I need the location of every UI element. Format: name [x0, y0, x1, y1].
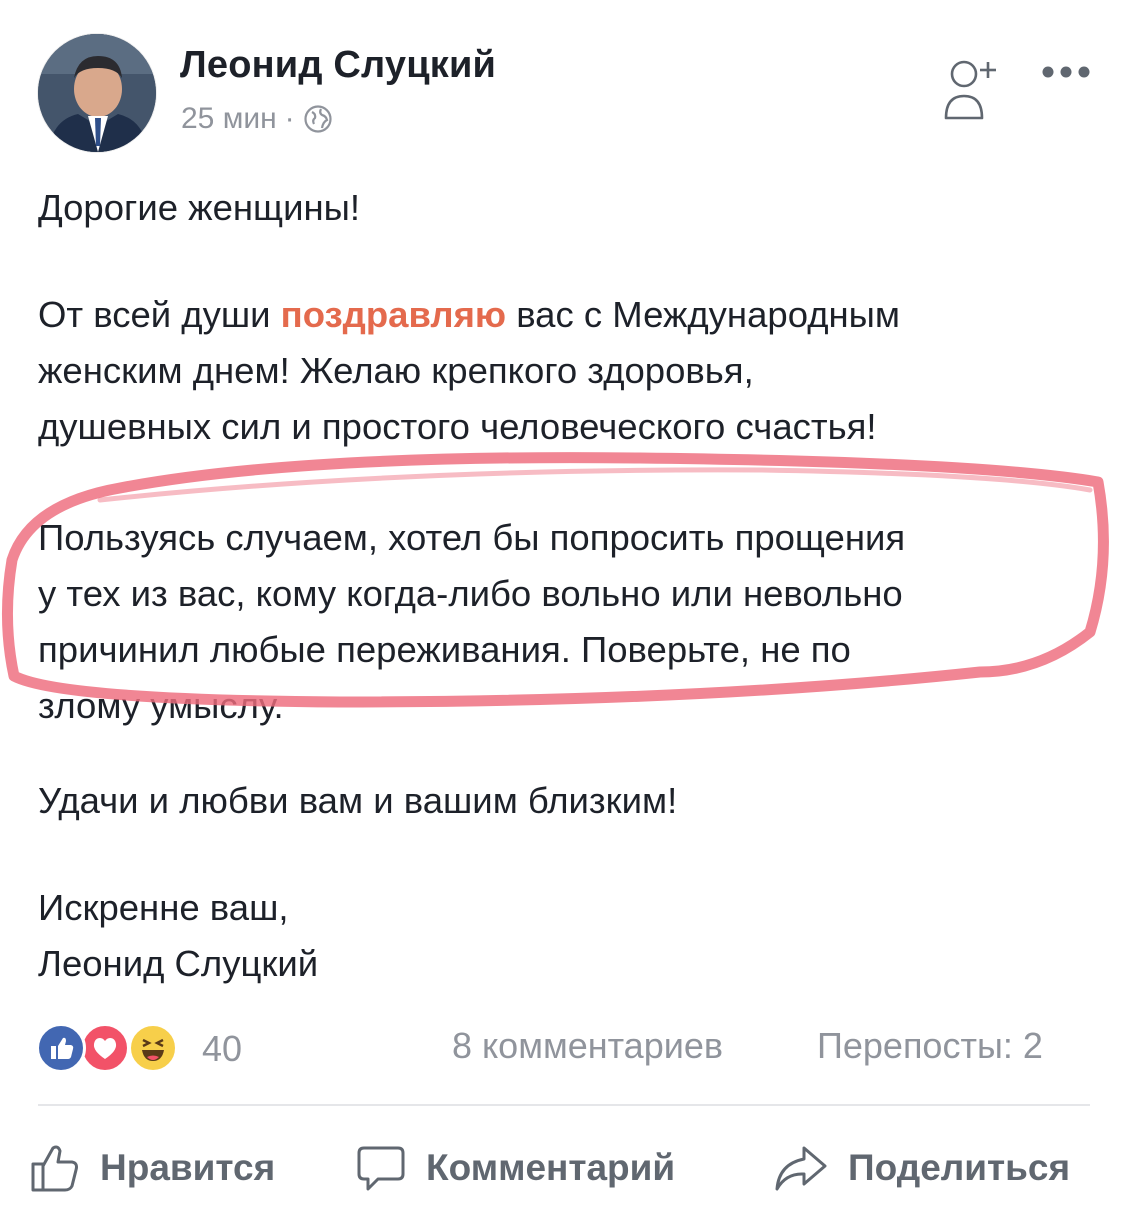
like-reaction-icon: [36, 1023, 86, 1073]
reaction-icons: [36, 1023, 188, 1075]
post-congrats-paragraph: От всей души поздравляю вас с Международ…: [38, 287, 1098, 455]
share-label: Поделиться: [848, 1147, 1071, 1188]
apology-line-1: Пользуясь случаем, хотел бы попросить пр…: [38, 517, 906, 558]
comments-count-link[interactable]: 8 комментариев: [452, 1025, 723, 1067]
congrats-line-2: женским днем! Желаю крепкого здоровья,: [38, 350, 754, 391]
greeting-text: Дорогие женщины!: [38, 187, 360, 228]
post-wishes: Удачи и любви вам и вашим близким!: [38, 773, 677, 829]
reactions-summary[interactable]: 40: [36, 1023, 242, 1075]
congrats-prefix: От всей души: [38, 294, 281, 335]
author-name[interactable]: Леонид Слуцкий: [180, 44, 496, 87]
shares-count-link[interactable]: Перепосты: 2: [817, 1025, 1043, 1067]
congrats-suffix: вас с Международным: [506, 294, 900, 335]
author-avatar[interactable]: [38, 34, 156, 152]
like-label: Нравится: [100, 1147, 276, 1188]
signature-line-2: Леонид Слуцкий: [38, 943, 319, 984]
add-friend-icon[interactable]: [940, 56, 1002, 124]
actions-divider: [38, 1104, 1090, 1106]
post-apology-paragraph: Пользуясь случаем, хотел бы попросить пр…: [38, 510, 1098, 734]
post-time[interactable]: 25 мин: [181, 102, 277, 136]
signature-line-1: Искренне ваш,: [38, 887, 289, 928]
apology-line-2: у тех из вас, кому когда-либо вольно или…: [38, 573, 903, 614]
love-reaction-icon: [80, 1023, 130, 1073]
reaction-count: 40: [202, 1028, 243, 1069]
comment-button[interactable]: Комментарий: [356, 1138, 675, 1198]
congrats-highlight: поздравляю: [280, 294, 507, 335]
apology-line-3: причинил любые переживания. Поверьте, не…: [38, 629, 851, 670]
congrats-line-1: От всей души поздравляю вас с Международ…: [38, 287, 1098, 343]
like-button[interactable]: Нравится: [30, 1138, 275, 1198]
comment-label: Комментарий: [426, 1147, 676, 1188]
share-arrow-icon: [775, 1146, 827, 1191]
comment-bubble-icon: [357, 1146, 405, 1191]
globe-icon[interactable]: [303, 104, 333, 134]
apology-line-4: злому умыслу.: [38, 685, 284, 726]
haha-reaction-icon: [128, 1023, 178, 1073]
share-button[interactable]: Поделиться: [774, 1138, 1070, 1198]
wishes-text: Удачи и любви вам и вашим близким!: [38, 780, 678, 821]
thumbs-up-icon: [31, 1145, 78, 1192]
post-meta: 25 мин ·: [181, 102, 333, 136]
post-greeting: Дорогие женщины!: [38, 180, 360, 236]
more-options-icon[interactable]: [1040, 63, 1092, 81]
congrats-line-3: душевных сил и простого человеческого сч…: [38, 406, 877, 447]
post-signature: Искренне ваш, Леонид Слуцкий: [38, 880, 318, 992]
meta-separator: ·: [284, 102, 295, 135]
